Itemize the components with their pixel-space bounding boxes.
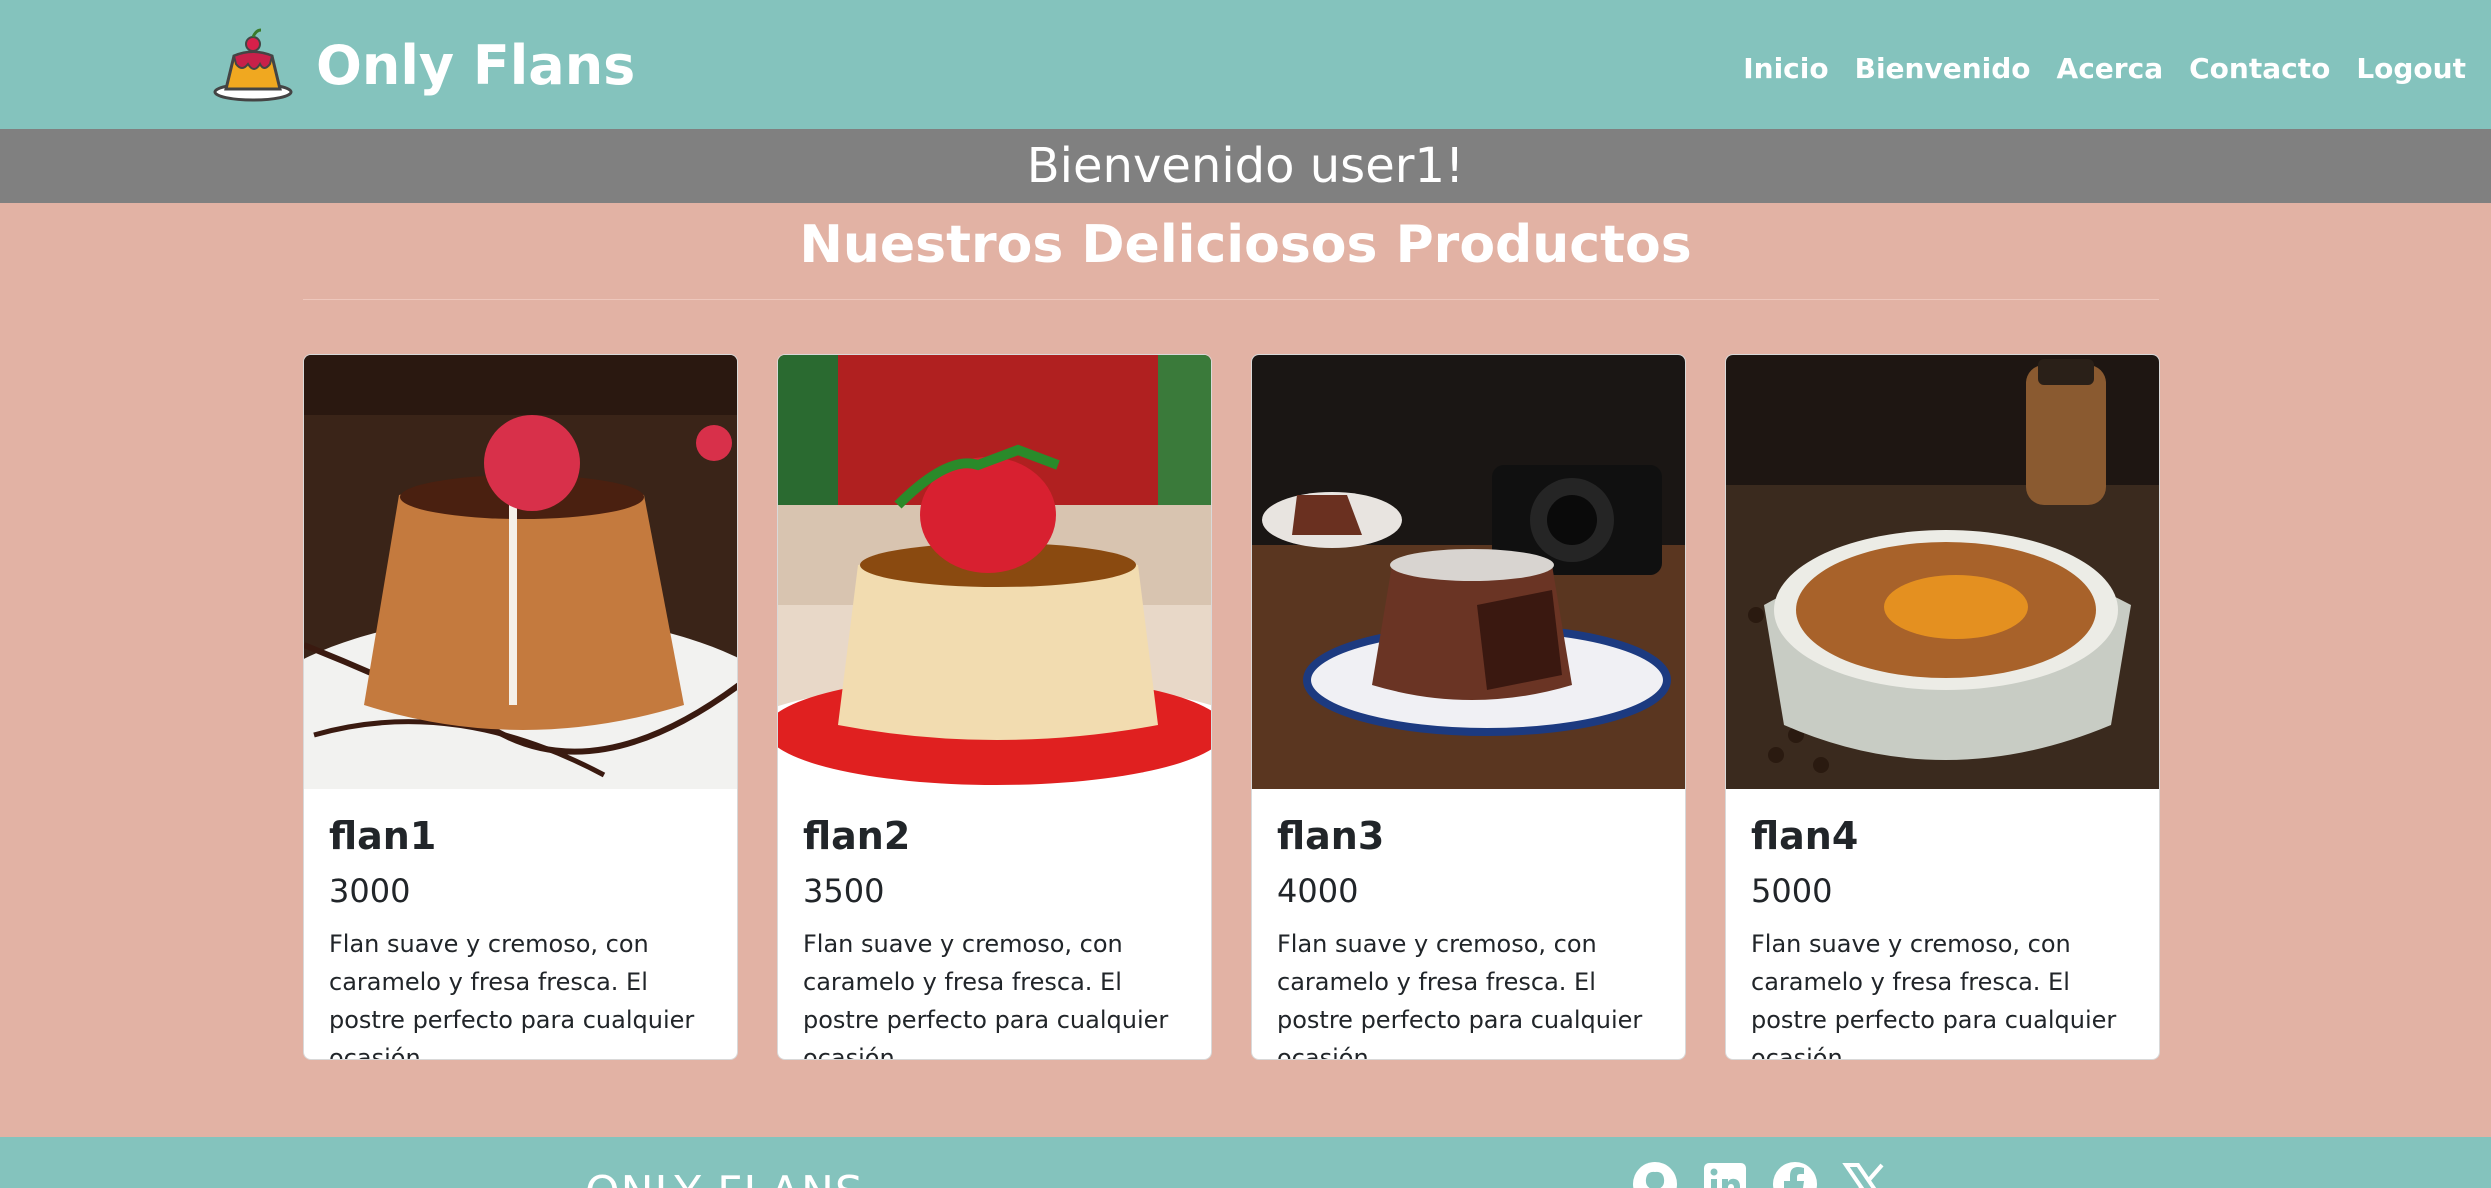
product-price: 3500 <box>803 871 885 910</box>
product-card[interactable]: flan2 3500 Flan suave y cremoso, con car… <box>777 354 1212 1060</box>
linkedin-icon[interactable] <box>1702 1161 1748 1188</box>
product-grid: flan1 3000 Flan suave y cremoso, con car… <box>303 354 2160 1060</box>
product-name: flan1 <box>329 814 437 858</box>
product-price: 5000 <box>1751 871 1833 910</box>
github-icon[interactable] <box>1632 1161 1678 1188</box>
product-image <box>778 355 1211 789</box>
card-body: flan1 3000 Flan suave y cremoso, con car… <box>304 789 737 1060</box>
product-card[interactable]: flan4 5000 Flan suave y cremoso, con car… <box>1725 354 2160 1060</box>
footer-brand: ONLY FLANS <box>585 1167 864 1188</box>
card-body: flan2 3500 Flan suave y cremoso, con car… <box>778 789 1211 1060</box>
social-links <box>1632 1161 1912 1188</box>
product-description: Flan suave y cremoso, con caramelo y fre… <box>803 929 1169 1060</box>
x-icon[interactable] <box>1842 1161 1888 1188</box>
flan-logo-icon <box>213 28 293 102</box>
brand-link[interactable]: Only Flans <box>212 26 635 104</box>
product-price: 3000 <box>329 871 411 910</box>
nav-link-contacto[interactable]: Contacto <box>2189 52 2330 85</box>
product-card[interactable]: flan3 4000 Flan suave y cremoso, con car… <box>1251 354 1686 1060</box>
facebook-icon[interactable] <box>1772 1161 1818 1188</box>
navbar: Only Flans Inicio Bienvenido Acerca Cont… <box>0 0 2491 129</box>
product-image <box>1726 355 2159 789</box>
card-body: flan3 4000 Flan suave y cremoso, con car… <box>1252 789 1685 1060</box>
nav-link-bienvenido[interactable]: Bienvenido <box>1855 52 2031 85</box>
nav-link-inicio[interactable]: Inicio <box>1743 52 1828 85</box>
product-name: flan3 <box>1277 814 1385 858</box>
product-price: 4000 <box>1277 871 1359 910</box>
product-description: Flan suave y cremoso, con caramelo y fre… <box>1751 929 2117 1060</box>
nav-menu: Inicio Bienvenido Acerca Contacto Logout <box>1717 52 2466 85</box>
products-title: Nuestros Deliciosos Productos <box>799 215 1692 275</box>
product-name: flan2 <box>803 814 911 858</box>
nav-link-acerca[interactable]: Acerca <box>2057 52 2164 85</box>
product-description: Flan suave y cremoso, con caramelo y fre… <box>1277 929 1643 1060</box>
product-image <box>1252 355 1685 789</box>
nav-link-logout[interactable]: Logout <box>2356 52 2466 85</box>
section-divider <box>303 299 2159 300</box>
welcome-banner: Bienvenido user1! <box>0 129 2491 203</box>
brand-name: Only Flans <box>316 33 636 97</box>
card-body: flan4 5000 Flan suave y cremoso, con car… <box>1726 789 2159 1060</box>
product-card[interactable]: flan1 3000 Flan suave y cremoso, con car… <box>303 354 738 1060</box>
product-image <box>304 355 737 789</box>
footer: ONLY FLANS <box>0 1137 2491 1188</box>
product-description: Flan suave y cremoso, con caramelo y fre… <box>329 929 695 1060</box>
product-name: flan4 <box>1751 814 1859 858</box>
